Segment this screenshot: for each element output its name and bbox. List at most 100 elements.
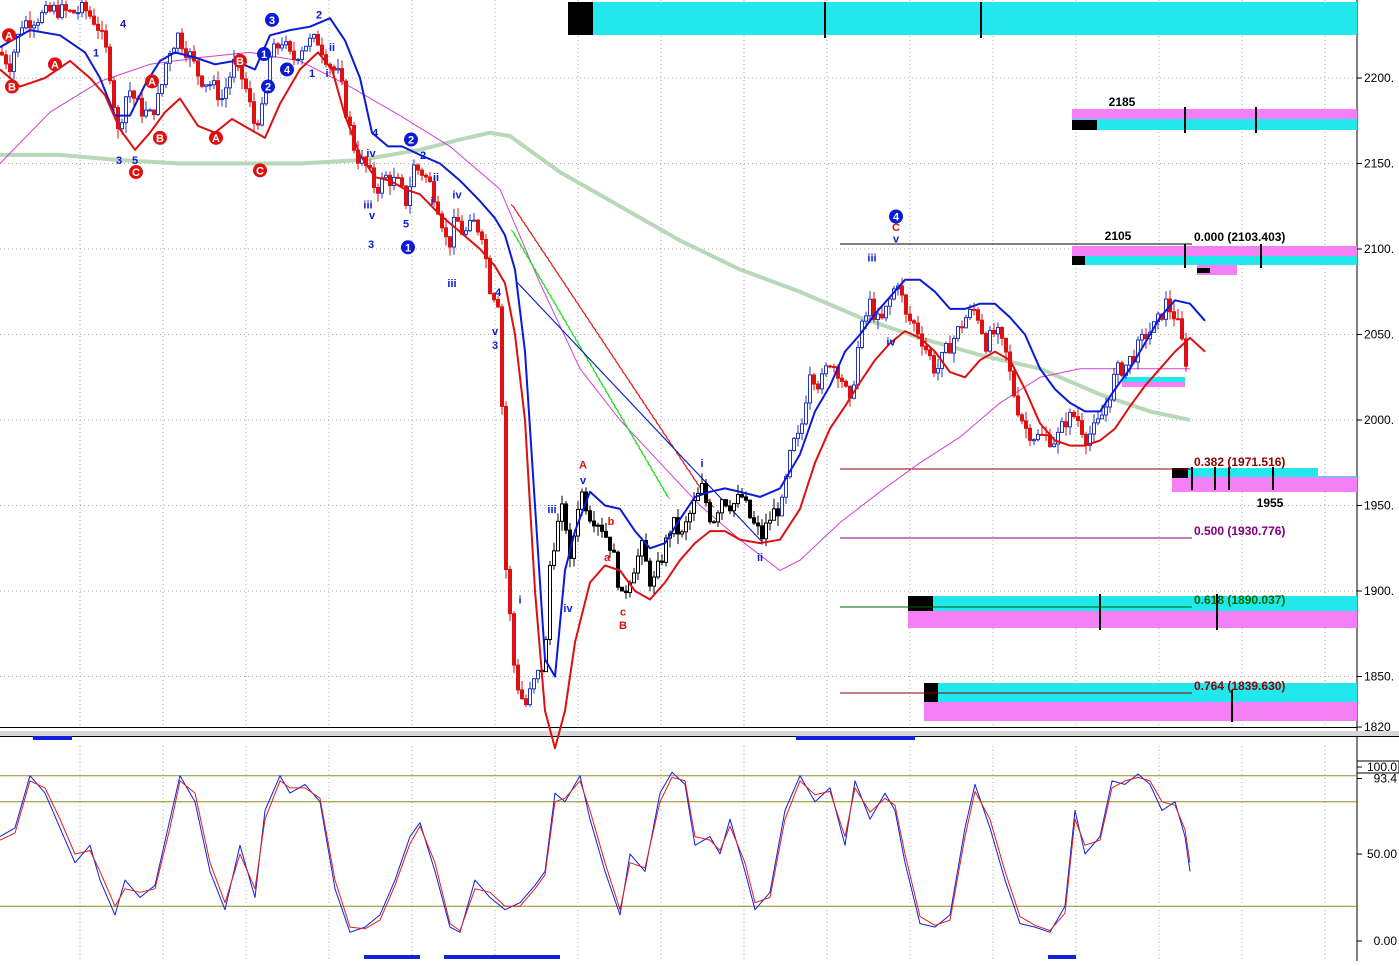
candle-body bbox=[396, 176, 400, 179]
wave-label: C bbox=[256, 165, 264, 177]
candle-body bbox=[656, 560, 660, 578]
candle-body bbox=[40, 12, 44, 24]
candle-body bbox=[1084, 433, 1088, 446]
candle-body bbox=[856, 347, 860, 386]
candle-body bbox=[832, 366, 836, 369]
candle-body bbox=[344, 80, 348, 118]
candle-body bbox=[288, 41, 292, 52]
osc-axis-label: 93.4 bbox=[1374, 771, 1398, 785]
zone-recent-magenta bbox=[1122, 382, 1185, 387]
candle-body bbox=[224, 87, 228, 100]
zone-1890-magenta bbox=[908, 611, 1357, 628]
candle-body bbox=[12, 51, 16, 73]
candle-body bbox=[112, 80, 116, 108]
candle-body bbox=[408, 186, 412, 207]
candle-body bbox=[88, 10, 92, 17]
wave-label: v bbox=[369, 210, 376, 222]
wave-label: b bbox=[608, 516, 615, 528]
wave-label: v bbox=[893, 234, 900, 246]
candle-body bbox=[1096, 418, 1100, 424]
candle-body bbox=[1012, 370, 1016, 397]
candle-body bbox=[464, 230, 468, 235]
candle-body bbox=[1176, 318, 1180, 321]
candle-body bbox=[1128, 355, 1132, 366]
candle-body bbox=[252, 101, 256, 124]
zone-label: 2185 bbox=[1109, 95, 1136, 109]
candle-body bbox=[1068, 411, 1072, 428]
wave-label: 5 bbox=[403, 218, 409, 230]
wave-label: 2 bbox=[316, 10, 322, 22]
zone-marker-top bbox=[568, 2, 593, 35]
candle-body bbox=[780, 496, 784, 517]
candle-body bbox=[736, 494, 740, 505]
candle-body bbox=[444, 227, 448, 238]
candle-body bbox=[624, 590, 628, 594]
zone-2185-magenta bbox=[1072, 109, 1357, 119]
wave-label: iv bbox=[366, 148, 376, 160]
wave-label: 4 bbox=[372, 128, 379, 140]
wave-label: B bbox=[619, 620, 627, 632]
panel-splitter[interactable] bbox=[0, 731, 1399, 736]
candle-body bbox=[828, 365, 832, 368]
fib-label: 0.500 (1930.776) bbox=[1194, 524, 1285, 538]
candle-body bbox=[1000, 327, 1004, 339]
candle-body bbox=[996, 327, 1000, 335]
candle-body bbox=[72, 9, 76, 14]
wave-label: 3 bbox=[269, 15, 275, 27]
wave-label: iv bbox=[886, 336, 896, 348]
candle-body bbox=[156, 93, 160, 116]
trading-chart: 2185 2105 1955 0.000 (2103.403) 0.382 (1971… bbox=[0, 0, 1399, 961]
wave-label: B bbox=[156, 133, 164, 145]
candle-body bbox=[1076, 416, 1080, 422]
candle-body bbox=[792, 437, 796, 451]
candle-body bbox=[680, 531, 684, 535]
candle-body bbox=[632, 572, 636, 584]
candle-body bbox=[1172, 311, 1176, 320]
zone-2105-sub-marker bbox=[1197, 268, 1210, 273]
wave-label: 4 bbox=[284, 64, 291, 76]
candle-body bbox=[808, 374, 812, 404]
candle-body bbox=[504, 405, 508, 570]
candle-body bbox=[636, 555, 640, 574]
candle-body bbox=[512, 613, 516, 666]
candle-body bbox=[1036, 433, 1040, 441]
axis-tick-label: 2200. bbox=[1364, 71, 1394, 85]
wave-label: 1 bbox=[93, 47, 99, 59]
candle-body bbox=[924, 345, 928, 351]
candle-body bbox=[820, 373, 824, 390]
candle-body bbox=[752, 517, 756, 524]
wave-label: iii bbox=[447, 278, 456, 290]
candle-body bbox=[108, 46, 112, 82]
wave-label: 2 bbox=[265, 82, 271, 94]
candle-body bbox=[44, 4, 48, 14]
candle-body bbox=[620, 586, 624, 592]
zone-2105-magenta bbox=[1072, 246, 1357, 256]
candle-body bbox=[988, 329, 992, 352]
candle-body bbox=[420, 169, 424, 176]
candle-body bbox=[24, 20, 28, 29]
candle-body bbox=[992, 329, 996, 335]
candle-body bbox=[128, 90, 132, 98]
candle-body bbox=[480, 231, 484, 240]
candle-body bbox=[1140, 333, 1144, 341]
candle-body bbox=[956, 326, 960, 339]
candle-body bbox=[796, 432, 800, 439]
zone-1955-magenta bbox=[1172, 477, 1357, 492]
candle-body bbox=[32, 24, 36, 29]
candle-body bbox=[48, 4, 52, 12]
candle-body bbox=[1028, 427, 1032, 441]
candle-body bbox=[1116, 362, 1120, 375]
candle-body bbox=[984, 333, 988, 352]
candle-body bbox=[160, 84, 164, 95]
candle-body bbox=[416, 164, 420, 171]
candle-body bbox=[600, 524, 604, 532]
candle-body bbox=[936, 368, 940, 374]
candle-body bbox=[148, 109, 152, 112]
candle-body bbox=[452, 216, 456, 248]
candle-body bbox=[1112, 373, 1116, 401]
candle-body bbox=[868, 298, 872, 317]
candle-body bbox=[336, 68, 340, 71]
wave-label: a bbox=[604, 552, 611, 564]
candle-body bbox=[552, 550, 556, 566]
candle-body bbox=[312, 34, 316, 39]
